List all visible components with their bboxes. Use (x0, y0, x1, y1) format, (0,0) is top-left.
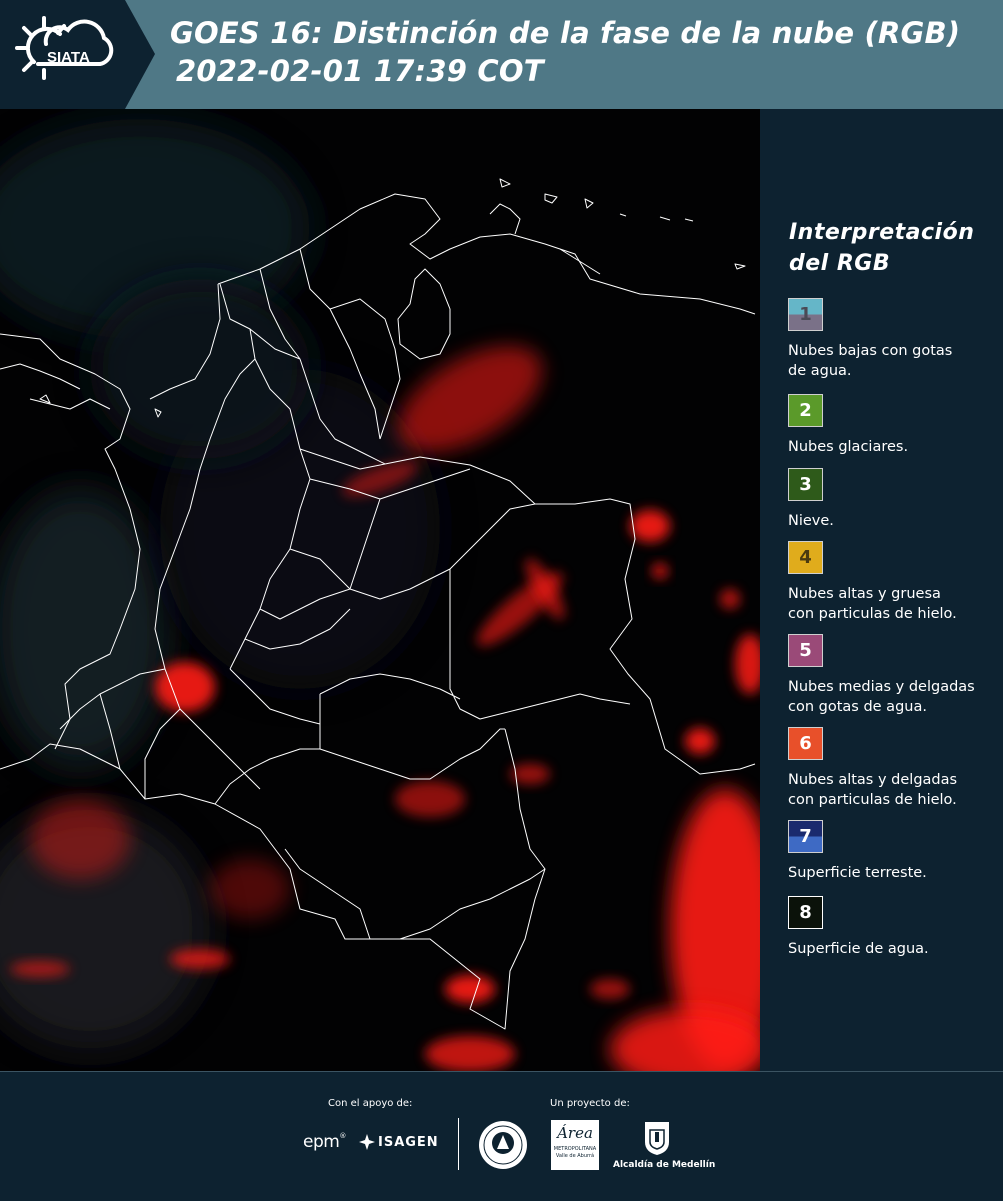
legend-number-7: 7 (799, 826, 812, 847)
legend-title: Interpretación del RGB (789, 217, 974, 279)
legend-title-line-2: del RGB (789, 251, 891, 276)
legend-label-6-line-2: con particulas de hielo. (788, 792, 957, 808)
legend-label-2: Nubes glaciares. (788, 437, 978, 457)
logo-text: SIATA (47, 49, 90, 66)
legend-label-4-line-2: con particulas de hielo. (788, 606, 957, 622)
legend-label-6-line-1: Nubes altas y delgadas (788, 772, 958, 788)
legend-swatch-7: 7 (788, 820, 823, 853)
legend-label-4: Nubes altas y gruesa con particulas de h… (788, 584, 978, 624)
alcaldia-logo-text: Alcaldía de Medellín (613, 1160, 716, 1170)
legend-label-1-line-1: Nubes bajas con gotas (788, 343, 953, 359)
legend-label-5-line-1: Nubes medias y delgadas (788, 679, 975, 695)
legend-label-1-line-2: de agua. (788, 363, 852, 379)
medellin-shield-icon (645, 1122, 669, 1155)
legend-label-3-line-1: Nieve. (788, 513, 834, 529)
legend-label-8: Superficie de agua. (788, 939, 978, 959)
legend-number-5: 5 (799, 640, 812, 661)
legend-label-4-line-1: Nubes altas y gruesa (788, 586, 941, 602)
area-metropolitana-logo: Área METROPOLITANA Valle de Aburrá (551, 1120, 599, 1170)
legend-label-1: Nubes bajas con gotas de agua. (788, 341, 978, 381)
title-line-2: 2022-02-01 17:39 COT (176, 54, 544, 88)
legend-number-6: 6 (799, 733, 812, 754)
legend-number-4: 4 (799, 547, 812, 568)
epm-logo: epm® (303, 1132, 347, 1152)
legend-swatch-1: 1 (788, 298, 823, 331)
footer: Con el apoyo de: Un proyecto de: epm® IS… (0, 1071, 1003, 1201)
legend-number-2: 2 (799, 400, 812, 421)
legend-number-3: 3 (799, 474, 812, 495)
venezuela-coast (489, 203, 601, 275)
epm-logo-text: epm (303, 1132, 340, 1152)
area-logo-script: Área (557, 1124, 593, 1142)
legend-label-7: Superficie terreste. (788, 863, 978, 883)
legend-panel: Interpretación del RGB 1 Nubes bajas con… (760, 109, 1003, 1071)
legend-label-5: Nubes medias y delgadas con gotas de agu… (788, 677, 978, 717)
legend-swatch-2: 2 (788, 394, 823, 427)
legend-label-6: Nubes altas y delgadas con particulas de… (788, 770, 978, 810)
map-canvas (0, 119, 760, 1071)
isagen-icon (359, 1134, 375, 1150)
legend-swatch-6: 6 (788, 727, 823, 760)
legend-item-7: 7 Superficie terreste. (788, 820, 978, 883)
page-title: GOES 16: Distinción de la fase de la nub… (170, 14, 960, 90)
legend-label-7-line-1: Superficie terreste. (788, 865, 927, 881)
header: SIATA GOES 16: Distinción de la fase de … (0, 0, 1003, 109)
background-texture (0, 119, 440, 1049)
maracaibo-lake (397, 268, 451, 360)
legend-item-2: 2 Nubes glaciares. (788, 394, 978, 457)
siata-logo: SIATA (0, 0, 155, 109)
legend-item-6: 6 Nubes altas y delgadas con particulas … (788, 727, 978, 810)
legend-item-4: 4 Nubes altas y gruesa con particulas de… (788, 541, 978, 624)
legend-number-1: 1 (799, 304, 812, 325)
satellite-map[interactable] (0, 109, 760, 1071)
legend-item-1: 1 Nubes bajas con gotas de agua. (788, 298, 978, 381)
southern-border (284, 848, 546, 940)
legend-item-3: 3 Nieve. (788, 468, 978, 531)
support-label: Con el apoyo de: (328, 1098, 413, 1109)
legend-label-8-line-1: Superficie de agua. (788, 941, 929, 957)
area-logo-line-3: Valle de Aburrá (555, 1153, 595, 1159)
isagen-logo: ISAGEN (358, 1133, 439, 1151)
seal-icon (479, 1121, 527, 1169)
legend-item-8: 8 Superficie de agua. (788, 896, 978, 959)
sun-cloud-icon: SIATA (15, 16, 114, 80)
project-label: Un proyecto de: (550, 1098, 630, 1109)
legend-swatch-8: 8 (788, 896, 823, 929)
legend-label-2-line-1: Nubes glaciares. (788, 439, 909, 455)
legend-swatch-3: 3 (788, 468, 823, 501)
area-logo-line-2: METROPOLITANA (553, 1146, 597, 1152)
legend-number-8: 8 (799, 902, 812, 923)
legend-swatch-5: 5 (788, 634, 823, 667)
legend-item-5: 5 Nubes medias y delgadas con gotas de a… (788, 634, 978, 717)
legend-title-line-1: Interpretación (789, 220, 975, 245)
legend-label-5-line-2: con gotas de agua. (788, 699, 927, 715)
legend-swatch-4: 4 (788, 541, 823, 574)
footer-divider (458, 1118, 459, 1170)
title-line-1: GOES 16: Distinción de la fase de la nub… (170, 16, 961, 50)
isagen-logo-text: ISAGEN (378, 1134, 439, 1150)
legend-label-3: Nieve. (788, 511, 978, 531)
